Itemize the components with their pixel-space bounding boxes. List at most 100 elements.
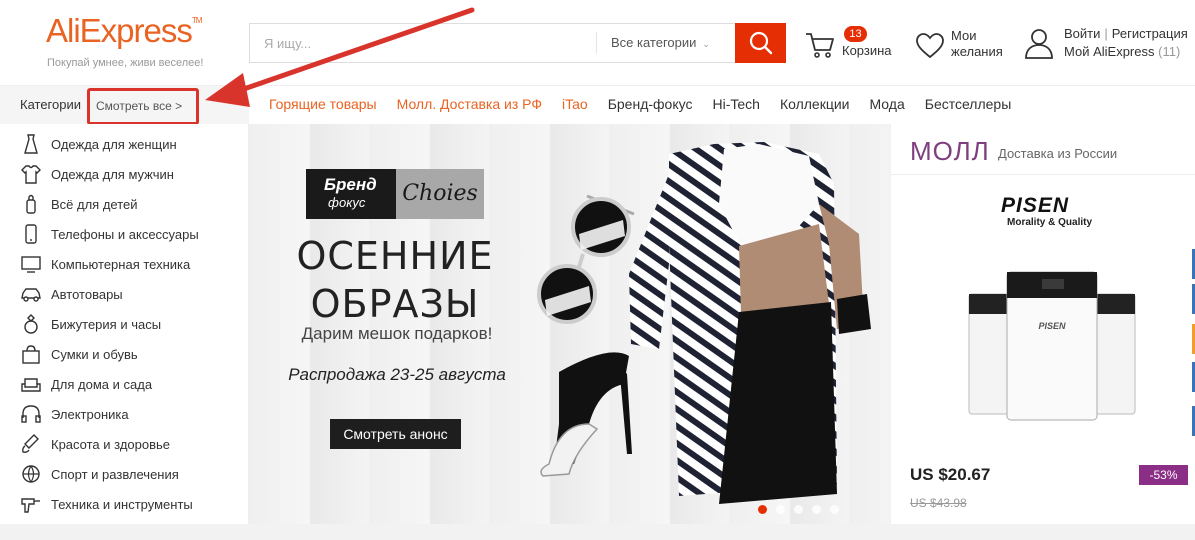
discount-badge: -53% — [1139, 465, 1188, 485]
cart-label: Корзина — [842, 43, 892, 58]
search-bar: Все категории⌄ — [249, 23, 786, 63]
dress-image — [629, 142, 871, 504]
divider — [891, 174, 1195, 175]
bottom-strip — [0, 524, 1195, 540]
slide-dot[interactable] — [812, 505, 821, 514]
sidebar-category-item[interactable]: Одежда для женщин — [0, 129, 249, 159]
mall-subtitle: Доставка из России — [998, 146, 1118, 161]
sidebar-category-item[interactable]: Одежда для мужчин — [0, 159, 249, 189]
product-price: US $20.67 — [910, 465, 991, 484]
banner-sale-dates: Распродажа 23-25 августа — [288, 365, 506, 384]
view-announcement-button[interactable]: Смотреть анонс — [330, 419, 461, 449]
sidebar-category-label: Всё для детей — [51, 196, 138, 212]
sunglasses-image — [537, 194, 635, 324]
sidebar-category-label: Электроника — [51, 406, 129, 422]
nav-bar: Категории Смотреть все > Горящие товары М… — [0, 85, 1195, 125]
ring-icon — [20, 313, 42, 335]
sidebar-category-label: Сумки и обувь — [51, 346, 138, 362]
nav-link[interactable]: iTao — [562, 96, 588, 112]
monitor-icon — [20, 253, 42, 275]
cart-button[interactable]: 13 Корзина — [804, 26, 899, 66]
nav-links: Горящие товары Молл. Доставка из РФ iTao Бр… — [269, 96, 1011, 112]
dress-icon — [20, 133, 42, 155]
drill-icon — [20, 493, 42, 515]
user-icon — [1025, 29, 1053, 59]
sidebar-category-label: Одежда для женщин — [51, 136, 177, 152]
my-aliexpress-count: (11) — [1158, 44, 1181, 59]
promo-banner[interactable]: Бренд фокус Choies ОСЕННИЕ ОБРАЗЫ Дарим м… — [249, 124, 889, 524]
heart-icon — [916, 33, 944, 59]
sidebar-category-label: Автотовары — [51, 286, 123, 302]
search-icon — [749, 31, 772, 55]
login-link[interactable]: Войти — [1064, 26, 1100, 41]
search-button[interactable] — [735, 23, 786, 63]
sidebar-category-label: Компьютерная техника — [51, 256, 191, 272]
slide-dot[interactable] — [830, 505, 839, 514]
bag-icon — [20, 343, 42, 365]
slide-dot[interactable] — [794, 505, 803, 514]
svg-text:PISEN: PISEN — [1038, 321, 1066, 331]
sidebar-category-item[interactable]: Техника и инструменты — [0, 489, 249, 519]
sofa-icon — [20, 373, 42, 395]
register-link[interactable]: Регистрация — [1112, 26, 1188, 41]
sidebar-category-item[interactable]: Компьютерная техника — [0, 249, 249, 279]
slide-dot[interactable] — [776, 505, 785, 514]
baby-bottle-icon — [20, 193, 42, 215]
sidebar-category-item[interactable]: Спорт и развлечения — [0, 459, 249, 489]
sidebar-category-item[interactable]: Сумки и обувь — [0, 339, 249, 369]
aliexpress-logo[interactable]: AliExpressTM — [46, 12, 202, 50]
banner-subtitle: Дарим мешок подарков! — [301, 324, 493, 343]
product-old-price: US $43.98 — [910, 496, 967, 510]
sidebar-category-label: Красота и здоровье — [51, 436, 171, 452]
sidebar-category-item[interactable]: Бижутерия и часы — [0, 309, 249, 339]
nav-link[interactable]: Горящие товары — [269, 96, 377, 112]
sidebar-category-item[interactable]: Всё для детей — [0, 189, 249, 219]
sidebar-category-label: Техника и инструменты — [51, 496, 193, 512]
nav-link[interactable]: Бестселлеры — [925, 96, 1012, 112]
nav-link[interactable]: Бренд-фокус — [608, 96, 693, 112]
tagline: Покупай умнее, живи веселее! — [47, 57, 204, 69]
header: AliExpressTM Покупай умнее, живи веселее… — [0, 0, 1195, 85]
wishlist-label: Мои желания — [951, 28, 1003, 59]
mall-title: МОЛЛ — [910, 136, 990, 166]
slide-dot[interactable] — [758, 505, 767, 514]
search-category-select[interactable]: Все категории ⌄ — [596, 32, 736, 54]
sidebar-category-label: Бижутерия и часы — [51, 316, 162, 332]
sidebar-category-label: Одежда для мужчин — [51, 166, 174, 182]
cart-icon — [806, 33, 834, 58]
cart-count-badge: 13 — [844, 26, 867, 42]
sidebar-category-item[interactable]: Телефоны и аксессуары — [0, 219, 249, 249]
wishlist-button[interactable]: Мои желания — [915, 26, 1015, 66]
category-sidebar: Одежда для женщин Одежда для мужчин Всё дл… — [0, 124, 249, 524]
account-area: Войти | Регистрация Мой AliExpress (11) — [1024, 26, 1195, 66]
categories-header: Категории Смотреть все > — [0, 86, 249, 125]
phone-icon — [20, 223, 42, 245]
brush-icon — [20, 433, 42, 455]
power-bank-image: PISEN — [968, 271, 1136, 421]
car-icon — [20, 283, 42, 305]
my-aliexpress-link[interactable]: Мой AliExpress (11) — [1064, 44, 1180, 59]
brand-focus-badge: Бренд фокус Choies — [306, 169, 484, 219]
sidebar-category-label: Для дома и сада — [51, 376, 153, 392]
page: AliExpressTM Покупай умнее, живи веселее… — [0, 0, 1195, 540]
sidebar-category-item[interactable]: Электроника — [0, 399, 249, 429]
nav-link[interactable]: Коллекции — [780, 96, 850, 112]
sidebar-category-item[interactable]: Автотовары — [0, 279, 249, 309]
sidebar-category-label: Спорт и развлечения — [51, 466, 179, 482]
sidebar-category-item[interactable]: Красота и здоровье — [0, 429, 249, 459]
slide-indicators — [758, 505, 839, 514]
chevron-down-icon: ⌄ — [702, 39, 710, 49]
tshirt-icon — [20, 163, 42, 185]
sidebar-category-label: Телефоны и аксессуары — [51, 226, 199, 242]
sidebar-category-item[interactable]: Для дома и сада — [0, 369, 249, 399]
high-heel-shoe-image — [540, 352, 632, 477]
pisen-logo: PISEN — [1001, 194, 1070, 217]
nav-link[interactable]: Молл. Доставка из РФ — [397, 96, 542, 112]
mall-panel[interactable]: МОЛЛ Доставка из России PISEN Morality &… — [891, 124, 1195, 524]
nav-link[interactable]: Мода — [869, 96, 904, 112]
see-all-categories-link[interactable]: Смотреть все > — [87, 88, 199, 125]
search-input[interactable] — [250, 24, 596, 62]
fashion-products-image — [537, 142, 871, 504]
banner-title: ОСЕННИЕ ОБРАЗЫ — [296, 234, 494, 326]
nav-link[interactable]: Hi-Tech — [712, 96, 759, 112]
